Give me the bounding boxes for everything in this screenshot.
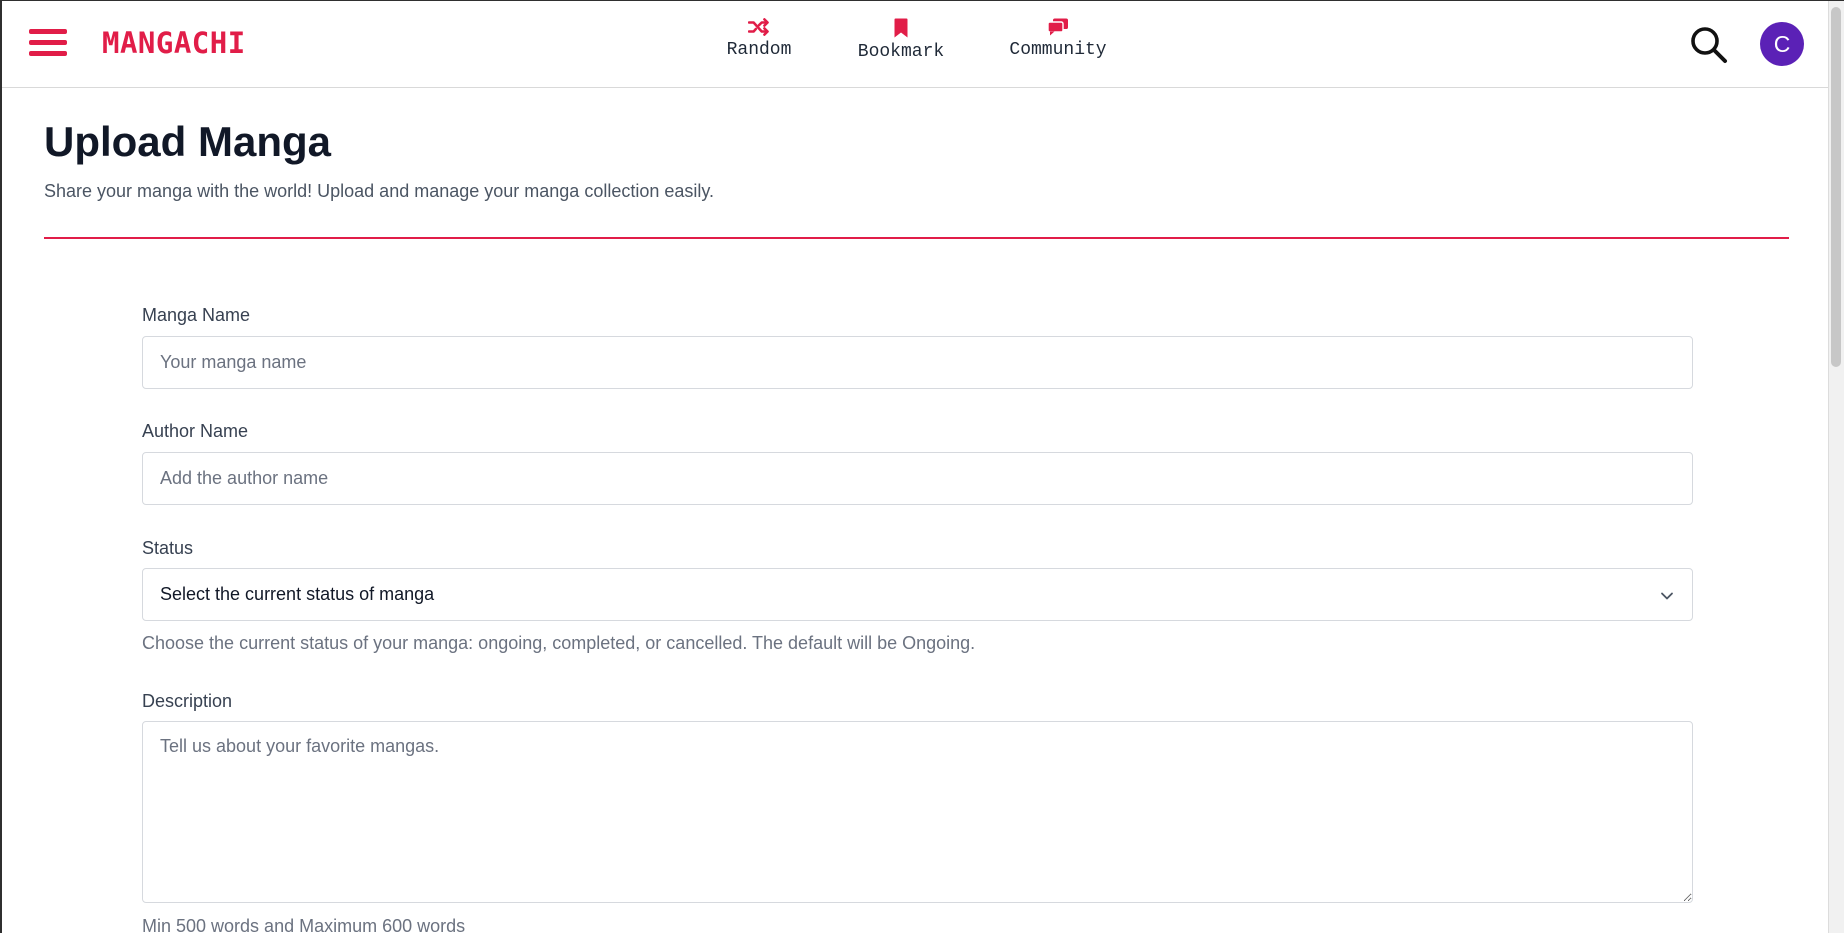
nav-community-label: Community	[1009, 40, 1107, 60]
nav-random-label: Random	[726, 40, 792, 60]
top-navbar: MANGACHI Random Bookmark Community C	[2, 1, 1828, 88]
hamburger-menu-icon[interactable]	[29, 29, 67, 57]
user-avatar[interactable]: C	[1760, 22, 1804, 66]
search-icon	[1691, 27, 1727, 63]
page-title: Upload Manga	[44, 118, 332, 165]
nav-bookmark-label: Bookmark	[857, 42, 945, 62]
chat-icon	[1047, 18, 1068, 36]
nav-bookmark[interactable]: Bookmark	[854, 18, 948, 62]
status-selected-value: Select the current status of manga	[160, 584, 435, 604]
description-help-text: Min 500 words and Maximum 600 words	[142, 916, 466, 933]
author-name-input[interactable]	[142, 452, 1693, 505]
description-label: Description	[142, 691, 233, 711]
brand-logo[interactable]: MANGACHI	[102, 26, 246, 60]
shuffle-icon	[748, 18, 769, 36]
bookmark-icon	[894, 18, 908, 38]
section-divider	[44, 237, 1789, 239]
manga-name-input[interactable]	[142, 336, 1693, 389]
search-button[interactable]	[1689, 25, 1729, 65]
status-label: Status	[142, 538, 194, 558]
status-select[interactable]: Select the current status of manga	[142, 568, 1693, 621]
manga-name-label: Manga Name	[142, 305, 251, 325]
chevron-down-icon	[1661, 592, 1673, 600]
scrollbar-thumb[interactable]	[1831, 7, 1841, 367]
nav-community[interactable]: Community	[1006, 18, 1110, 60]
page-scrollbar[interactable]	[1828, 1, 1844, 933]
browser-viewport: MANGACHI Random Bookmark Community C Upl…	[0, 0, 1844, 933]
page-subtitle: Share your manga with the world! Upload …	[44, 181, 715, 201]
nav-random[interactable]: Random	[722, 18, 796, 60]
author-name-label: Author Name	[142, 421, 249, 441]
status-help-text: Choose the current status of your manga:…	[142, 633, 976, 653]
description-textarea[interactable]	[142, 721, 1693, 903]
